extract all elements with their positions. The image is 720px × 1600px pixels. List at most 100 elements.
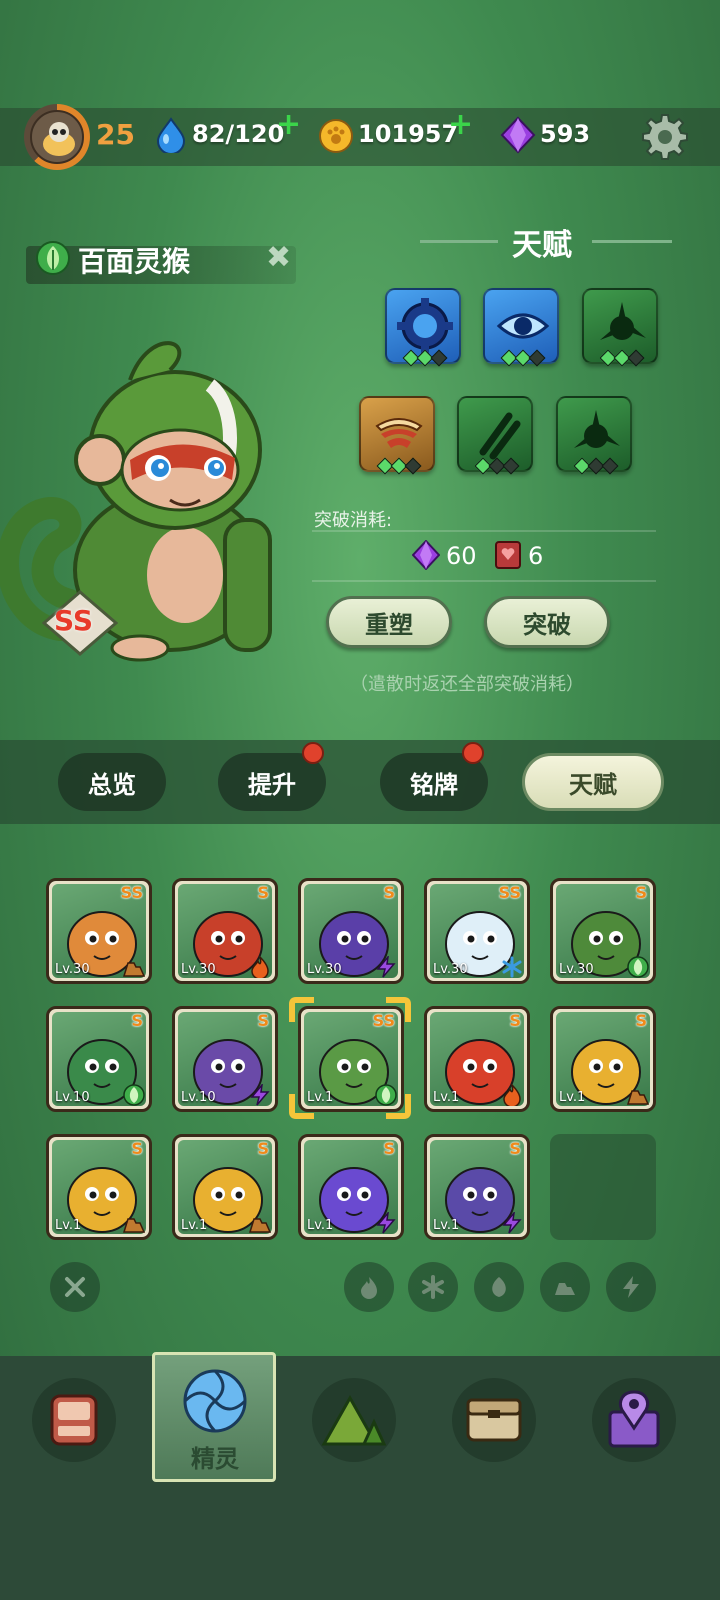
roster-rank: SS <box>498 883 521 902</box>
filter-ice[interactable] <box>408 1262 458 1312</box>
rock-icon <box>555 1283 575 1295</box>
roster-rank: SS <box>120 883 143 902</box>
thunder-element-icon <box>250 1084 270 1106</box>
earth-element-icon <box>123 1218 145 1233</box>
roster-card-sunflower[interactable]: S Lv.1 <box>172 1134 278 1240</box>
gear-ring-icon <box>397 298 453 354</box>
roster-level: Lv.30 <box>307 962 342 977</box>
roster-level: Lv.30 <box>181 962 216 977</box>
roster-rank: S <box>257 1139 269 1158</box>
breakthrough-button[interactable]: 突破 <box>484 596 610 648</box>
filter-thunder[interactable] <box>606 1262 656 1312</box>
talent-title: 天赋 <box>512 228 572 263</box>
feather-wing-icon <box>375 418 423 448</box>
roster-card-phoenix[interactable]: SS Lv.30 <box>46 878 152 984</box>
roster-rank: S <box>509 1011 521 1030</box>
thorn-icon <box>574 410 620 448</box>
earth-element-icon <box>123 962 145 977</box>
gem-count: 593 <box>540 120 591 148</box>
purple-gem-icon <box>500 116 536 154</box>
water-count: 82/120 <box>192 120 285 148</box>
add-water-button[interactable]: + <box>276 110 301 140</box>
ice-element-icon <box>502 956 522 978</box>
roster-rank: S <box>131 1011 143 1030</box>
eye-icon <box>496 313 550 339</box>
empty-slot <box>550 1134 656 1240</box>
talent-claw-slash[interactable] <box>457 396 533 475</box>
filter-earth[interactable] <box>540 1262 590 1312</box>
talent-thorn[interactable] <box>582 288 658 367</box>
water-drop-icon <box>156 117 186 153</box>
add-coins-button[interactable]: + <box>448 110 473 140</box>
roster-rank: S <box>257 883 269 902</box>
divider-left <box>420 240 498 243</box>
player-avatar[interactable] <box>30 110 84 164</box>
roster-level: Lv.1 <box>559 1090 586 1105</box>
roster-rank: S <box>635 1011 647 1030</box>
roster-card-green-monkey[interactable]: S Lv.30 <box>550 878 656 984</box>
fire-element-icon <box>503 1084 521 1106</box>
tab-overview[interactable]: 总览 <box>58 753 166 811</box>
nav-spirit[interactable]: 精灵 <box>152 1352 276 1482</box>
earth-element-icon <box>627 1090 649 1105</box>
handheld-device-icon <box>50 1394 98 1446</box>
roster-card-red-horn-blob[interactable]: S Lv.1 <box>424 1006 530 1112</box>
tab-talent[interactable]: 天赋 <box>522 753 664 811</box>
roster-rank: S <box>383 1139 395 1158</box>
roster-level: Lv.1 <box>307 1218 334 1233</box>
roster-card-ice-dragon[interactable]: SS Lv.30 <box>424 878 530 984</box>
reshape-button[interactable]: 重塑 <box>326 596 452 648</box>
roster-rank: S <box>131 1139 143 1158</box>
spirit-orb-icon <box>183 1369 247 1433</box>
clear-filter-button[interactable] <box>50 1262 100 1312</box>
roster-level: Lv.1 <box>433 1090 460 1105</box>
nav-explore[interactable] <box>312 1378 396 1462</box>
grass-element-icon <box>123 1084 145 1106</box>
talent-eye[interactable] <box>483 288 559 367</box>
nav-map[interactable] <box>592 1378 676 1462</box>
roster-level: Lv.1 <box>181 1218 208 1233</box>
roster-rank: S <box>383 883 395 902</box>
nav-device[interactable] <box>32 1378 116 1462</box>
roster-rank: S <box>257 1011 269 1030</box>
roster-rank: S <box>635 883 647 902</box>
roster-level: Lv.1 <box>433 1218 460 1233</box>
purple-gem-icon <box>412 540 440 570</box>
settings-gear-icon[interactable] <box>640 112 690 162</box>
selection-frame <box>289 997 411 1119</box>
filter-grass[interactable] <box>474 1262 524 1312</box>
cost-gems: 60 <box>446 542 477 570</box>
talent-thorn-2[interactable] <box>556 396 632 475</box>
grass-element-icon <box>36 241 70 275</box>
lightning-icon <box>623 1276 639 1298</box>
roster-level: Lv.30 <box>433 962 468 977</box>
roster-level: Lv.10 <box>55 1090 90 1105</box>
thunder-element-icon <box>376 1212 396 1234</box>
paw-coin-icon <box>319 119 353 153</box>
nav-bag[interactable] <box>452 1378 536 1462</box>
claw-slash-icon <box>479 412 521 460</box>
snowflake-icon <box>422 1275 444 1299</box>
roster-rank: S <box>509 1139 521 1158</box>
talent-gear-ring[interactable] <box>385 288 461 367</box>
roster-card-red-dragon[interactable]: S Lv.30 <box>172 878 278 984</box>
roster-card-purple-imp[interactable]: S Lv.1 <box>298 1134 404 1240</box>
roster-level: Lv.30 <box>559 962 594 977</box>
roster-card-purple-unicorn[interactable]: S Lv.10 <box>172 1006 278 1112</box>
fire-icon <box>361 1277 377 1299</box>
talent-feather-wing[interactable] <box>359 396 435 475</box>
map-pin-icon <box>608 1390 660 1448</box>
roster-card-sunflower[interactable]: S Lv.1 <box>550 1006 656 1112</box>
roster-card-dark-cat[interactable]: S Lv.30 <box>298 878 404 984</box>
close-icon[interactable]: ✖ <box>266 240 298 275</box>
roster-card-sunflower[interactable]: S Lv.1 <box>46 1134 152 1240</box>
notification-dot <box>462 742 484 764</box>
thunder-element-icon <box>376 956 396 978</box>
roster-card-green-snake[interactable]: S Lv.10 <box>46 1006 152 1112</box>
filter-fire[interactable] <box>344 1262 394 1312</box>
roster-card-purple-croc[interactable]: S Lv.1 <box>424 1134 530 1240</box>
roster-level: Lv.1 <box>55 1218 82 1233</box>
roster-level: Lv.30 <box>55 962 90 977</box>
breakthrough-cost-label: 突破消耗: <box>314 510 393 531</box>
player-level: 25 <box>96 118 135 151</box>
